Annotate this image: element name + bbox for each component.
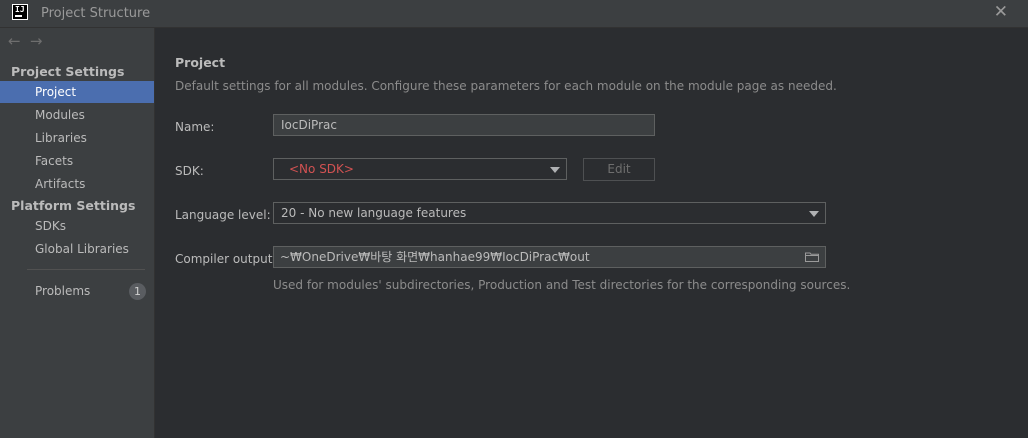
close-icon[interactable]: ✕ bbox=[994, 4, 1008, 21]
page-title: Project bbox=[175, 55, 226, 70]
problems-count-badge: 1 bbox=[129, 283, 146, 300]
back-arrow-icon[interactable]: ← bbox=[8, 32, 26, 50]
page-description: Default settings for all modules. Config… bbox=[175, 79, 837, 93]
nav-arrows: ← → bbox=[8, 32, 48, 52]
sidebar-divider bbox=[27, 269, 145, 270]
title-bar: IJ Project Structure ✕ bbox=[0, 0, 1028, 28]
chevron-down-icon bbox=[550, 167, 560, 173]
intellij-app-icon: IJ bbox=[12, 4, 28, 20]
sidebar-item-sdks[interactable]: SDKs bbox=[0, 215, 154, 237]
sidebar-item-modules[interactable]: Modules bbox=[0, 104, 154, 126]
sidebar-item-global-libraries[interactable]: Global Libraries bbox=[0, 238, 154, 260]
project-structure-window: IJ Project Structure ✕ ← → Project Setti… bbox=[0, 0, 1028, 438]
sidebar-item-libraries[interactable]: Libraries bbox=[0, 127, 154, 149]
sdk-dropdown[interactable]: <No SDK> bbox=[273, 158, 567, 180]
project-settings-heading: Project Settings bbox=[11, 64, 125, 79]
sdk-edit-button[interactable]: Edit bbox=[583, 158, 655, 181]
compiler-output-label: Compiler output: bbox=[175, 252, 277, 266]
platform-settings-heading: Platform Settings bbox=[11, 198, 136, 213]
sidebar: ← → Project Settings Project Modules Lib… bbox=[0, 28, 155, 438]
language-level-dropdown[interactable]: 20 - No new language features bbox=[273, 202, 826, 224]
window-title: Project Structure bbox=[41, 6, 151, 21]
compiler-output-field[interactable]: ~₩OneDrive₩바탕 화면₩hanhae99₩IocDiPrac₩out bbox=[273, 246, 826, 268]
chevron-down-icon bbox=[809, 211, 819, 217]
sidebar-item-artifacts[interactable]: Artifacts bbox=[0, 173, 154, 195]
language-level-label: Language level: bbox=[175, 208, 271, 222]
sidebar-item-project[interactable]: Project bbox=[0, 81, 154, 103]
compiler-output-value: ~₩OneDrive₩바탕 화면₩hanhae99₩IocDiPrac₩out bbox=[280, 250, 590, 264]
forward-arrow-icon[interactable]: → bbox=[30, 32, 48, 50]
folder-icon[interactable] bbox=[805, 252, 819, 262]
project-name-field[interactable]: IocDiPrac bbox=[273, 114, 655, 136]
language-level-value: 20 - No new language features bbox=[281, 206, 467, 220]
sdk-value: <No SDK> bbox=[289, 162, 354, 176]
sidebar-item-problems[interactable]: Problems 1 bbox=[0, 280, 154, 302]
sidebar-item-facets[interactable]: Facets bbox=[0, 150, 154, 172]
name-label: Name: bbox=[175, 120, 215, 134]
sdk-label: SDK: bbox=[175, 164, 204, 178]
project-settings-panel: Project Default settings for all modules… bbox=[155, 28, 1028, 438]
compiler-output-hint: Used for modules' subdirectories, Produc… bbox=[273, 278, 851, 292]
problems-label: Problems bbox=[35, 284, 91, 298]
